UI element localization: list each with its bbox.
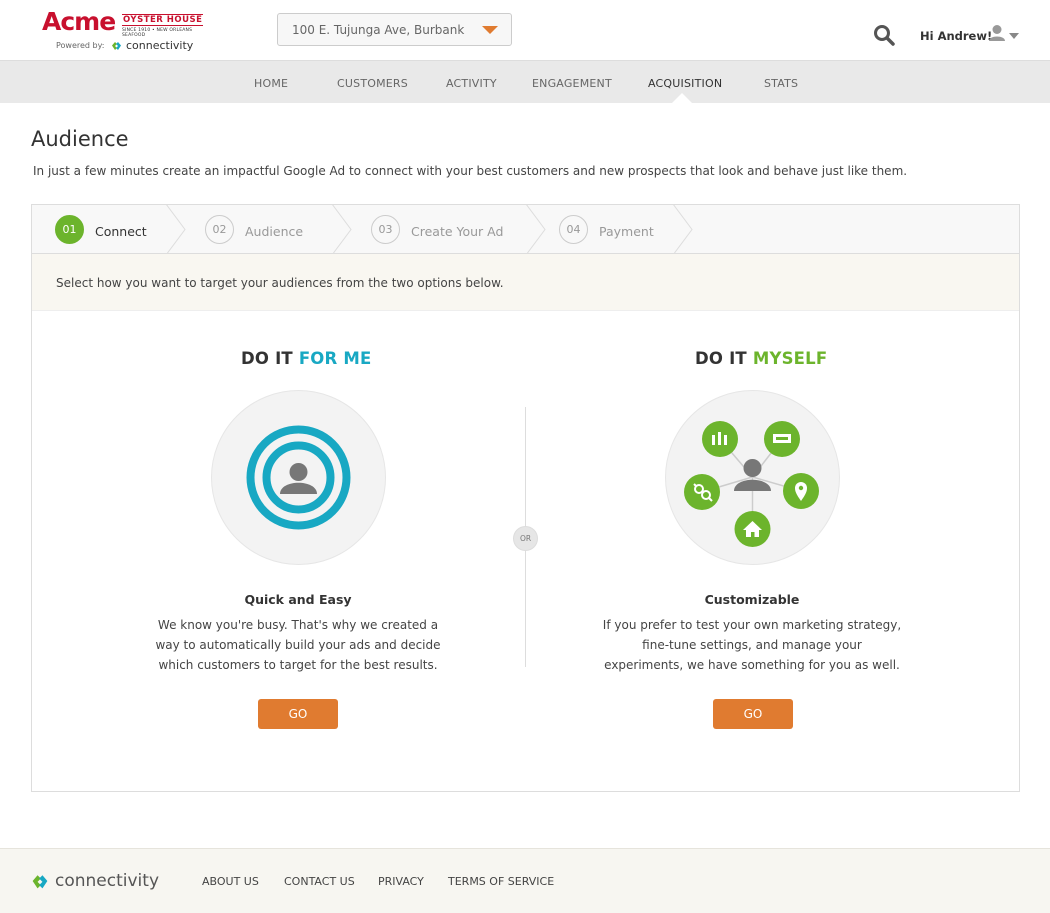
step-create-ad[interactable]: 03 Create Your Ad — [371, 205, 504, 253]
footer-link-terms[interactable]: TERMS OF SERVICE — [448, 875, 554, 888]
page-description: In just a few minutes create an impactfu… — [33, 164, 908, 178]
connectivity-logo-icon — [32, 875, 48, 889]
option-title-highlight: FOR ME — [298, 349, 372, 368]
go-button-for-me[interactable]: GO — [258, 699, 338, 729]
step-separator-icon — [526, 205, 546, 253]
wizard-card: 01 Connect 02 Audience 03 Create Your Ad… — [31, 204, 1020, 792]
step-connect[interactable]: 01 Connect — [55, 205, 147, 253]
step-number: 03 — [371, 215, 400, 244]
step-label: Payment — [599, 224, 654, 239]
user-icon[interactable] — [988, 24, 1006, 42]
instruction-bar: Select how you want to target your audie… — [32, 254, 1019, 311]
step-payment[interactable]: 04 Payment — [559, 205, 654, 253]
chevron-down-icon — [482, 26, 498, 34]
brand-logo[interactable]: Acme OYSTER HOUSE SINCE 1910 • NEW ORLEA… — [42, 8, 207, 54]
footer-link-contact[interactable]: CONTACT US — [284, 875, 355, 888]
nav-item-acquisition[interactable]: ACQUISITION — [648, 77, 722, 90]
step-separator-icon — [332, 205, 352, 253]
step-label: Connect — [95, 224, 147, 239]
step-audience[interactable]: 02 Audience — [205, 205, 304, 253]
header: Acme OYSTER HOUSE SINCE 1910 • NEW ORLEA… — [0, 0, 1050, 60]
step-number: 01 — [55, 215, 84, 244]
user-greeting: Hi Andrew! — [920, 29, 993, 43]
footer-link-about[interactable]: ABOUT US — [202, 875, 259, 888]
go-button-myself[interactable]: GO — [713, 699, 793, 729]
footer: connectivity ABOUT US CONTACT US PRIVACY… — [0, 848, 1050, 913]
brand-tagline: SINCE 1910 • NEW ORLEANS SEAFOOD — [122, 28, 193, 38]
step-label: Create Your Ad — [411, 224, 504, 239]
brand-subname: OYSTER HOUSE — [122, 14, 204, 26]
nav-item-engagement[interactable]: ENGAGEMENT — [532, 77, 612, 90]
step-separator-icon — [673, 205, 693, 253]
search-icon[interactable] — [873, 24, 895, 46]
active-nav-pointer — [672, 93, 692, 103]
or-badge: OR — [513, 526, 538, 551]
option-heading-custom: Customizable — [704, 592, 800, 607]
location-value: 100 E. Tujunga Ave, Burbank — [292, 23, 465, 37]
option-title-prefix: DO IT — [695, 349, 747, 368]
footer-brand-name: connectivity — [55, 871, 160, 891]
powered-by-label: Powered by: — [56, 41, 105, 50]
main-nav: HOME CUSTOMERS ACTIVITY ENGAGEMENT ACQUI… — [0, 60, 1050, 103]
footer-link-privacy[interactable]: PRIVACY — [378, 875, 424, 888]
connectivity-logo-icon — [112, 42, 121, 50]
footer-logo[interactable]: connectivity — [29, 871, 159, 891]
partner-logo: connectivity — [110, 39, 193, 52]
option-title-myself: DO IT MYSELF — [695, 349, 827, 368]
wizard-steps: 01 Connect 02 Audience 03 Create Your Ad… — [32, 205, 1019, 254]
location-select[interactable]: 100 E. Tujunga Ave, Burbank — [277, 13, 512, 46]
partner-name: connectivity — [126, 39, 194, 52]
step-label: Audience — [245, 224, 304, 239]
option-heading-quick: Quick and Easy — [244, 592, 352, 607]
audience-network-icon — [684, 421, 819, 547]
option-body-custom: If you prefer to test your own marketing… — [602, 618, 902, 672]
user-menu-chevron-icon[interactable] — [1009, 33, 1019, 39]
step-separator-icon — [166, 205, 186, 253]
target-illustration — [211, 390, 386, 565]
network-illustration — [665, 390, 840, 565]
option-title-prefix: DO IT — [241, 349, 293, 368]
instruction-text: Select how you want to target your audie… — [56, 276, 504, 290]
target-icon — [246, 425, 351, 530]
page-title: Audience — [31, 127, 129, 151]
nav-item-customers[interactable]: CUSTOMERS — [337, 77, 408, 90]
brand-name: Acme — [42, 7, 116, 36]
nav-item-home[interactable]: HOME — [254, 77, 288, 90]
nav-item-activity[interactable]: ACTIVITY — [446, 77, 497, 90]
nav-item-stats[interactable]: STATS — [764, 77, 798, 90]
step-number: 02 — [205, 215, 234, 244]
option-title-highlight: MYSELF — [752, 349, 828, 368]
option-title-for-me: DO IT FOR ME — [241, 349, 371, 368]
option-body-quick: We know you're busy. That's why we creat… — [155, 618, 441, 672]
step-number: 04 — [559, 215, 588, 244]
